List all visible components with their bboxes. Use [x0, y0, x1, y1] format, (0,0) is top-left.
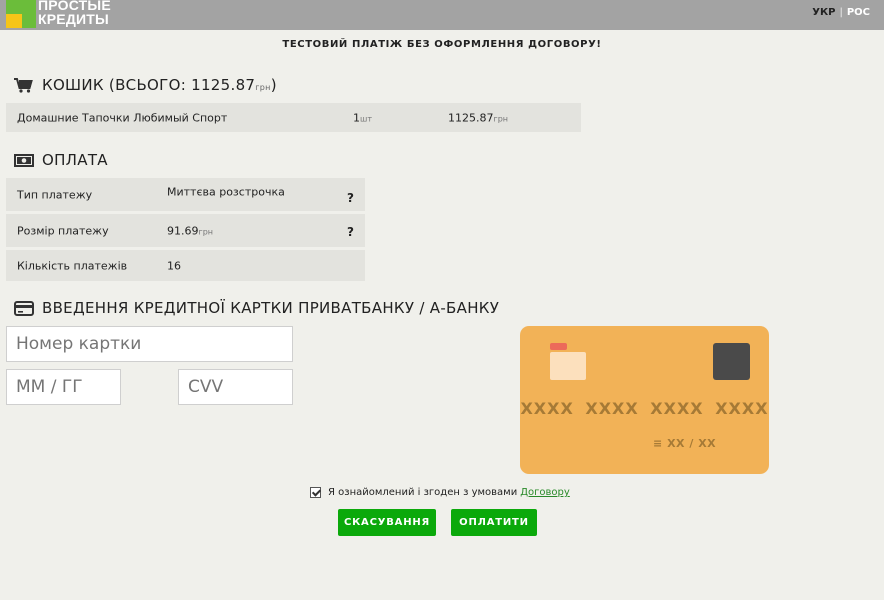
card-logo [550, 352, 586, 380]
expiry-input[interactable] [6, 369, 121, 405]
pay-button[interactable]: ОПЛАТИТИ [451, 509, 537, 536]
lang-ukr[interactable]: УКР [812, 7, 835, 18]
payment-title: ОПЛАТА [14, 151, 108, 169]
card-preview-expiry: ≡ XX / XX [653, 437, 717, 450]
cvv-input[interactable] [178, 369, 293, 405]
lang-ros[interactable]: РОС [847, 7, 870, 18]
card-logo-accent [550, 343, 567, 350]
payment-type-value: Миттєва розстрочка [167, 185, 285, 199]
agreement: Я ознайомлений і згоден з умовами Догово… [310, 487, 570, 498]
payment-count-row: Кількість платежів 16 [6, 250, 365, 281]
card-entry-title: ВВЕДЕННЯ КРЕДИТНОЇ КАРТКИ ПРИВАТБАНКУ / … [14, 299, 499, 317]
payment-amount-row: Розмір платежу 91.69грн ? [6, 214, 365, 247]
logo[interactable]: ПРОСТЫЕ КРЕДИТЫ [6, 0, 116, 30]
card-preview: XXXX XXXX XXXX XXXX ≡ XX / XX [520, 326, 769, 474]
card-preview-number: XXXX XXXX XXXX XXXX [520, 399, 769, 418]
card-number-input[interactable] [6, 326, 293, 362]
contract-link[interactable]: Договору [520, 487, 570, 498]
cart-item-price: 1125.87грн [448, 111, 509, 124]
payment-count-value: 16 [167, 259, 181, 272]
cart-item-name: Домашние Тапочки Любимый Спорт [17, 111, 228, 124]
credit-card-icon [14, 300, 34, 316]
agreement-checkbox[interactable] [310, 487, 321, 498]
top-header: ПРОСТЫЕ КРЕДИТЫ УКР | РОС [0, 0, 884, 30]
card-chip [713, 343, 750, 380]
payment-amount-value: 91.69грн [167, 224, 214, 237]
logo-text: ПРОСТЫЕ КРЕДИТЫ [38, 0, 111, 27]
cart-item-row: Домашние Тапочки Любимый Спорт 1шт 1125.… [6, 103, 581, 132]
money-icon [14, 152, 34, 168]
agreement-text: Я ознайомлений і згоден з умовами [328, 487, 518, 498]
help-icon[interactable]: ? [347, 191, 354, 205]
cart-icon [14, 77, 34, 93]
payment-type-row: Тип платежу Миттєва розстрочка ? [6, 178, 365, 211]
language-switcher: УКР | РОС [812, 7, 870, 18]
test-notice: ТЕСТОВИЙ ПЛАТІЖ БЕЗ ОФОРМЛЕННЯ ДОГОВОРУ! [282, 39, 602, 50]
cart-item-qty: 1шт [353, 111, 372, 124]
logo-mark [6, 0, 36, 14]
cancel-button[interactable]: СКАСУВАННЯ [338, 509, 436, 536]
cart-title: КОШИК (ВСЬОГО: 1125.87 грн) [14, 76, 277, 94]
help-icon[interactable]: ? [347, 225, 354, 239]
